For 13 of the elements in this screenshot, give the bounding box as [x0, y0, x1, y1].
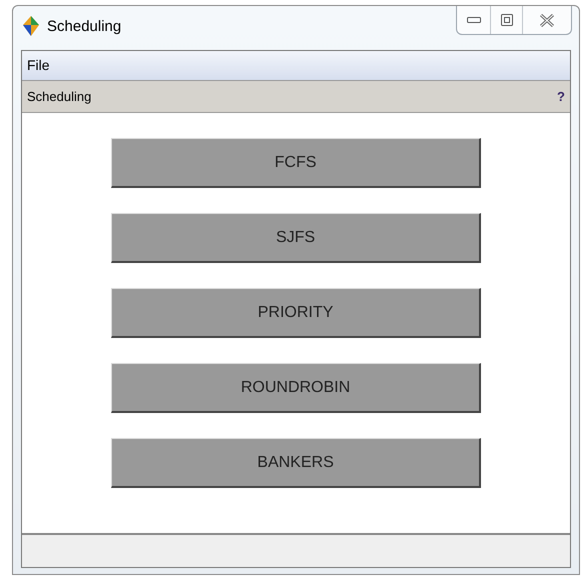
panel-title: Scheduling — [27, 88, 92, 106]
algorithm-button[interactable]: PRIORITY — [111, 288, 481, 338]
minimize-icon — [466, 17, 480, 23]
help-button[interactable]: ? — [557, 86, 565, 106]
app-icon — [23, 16, 39, 36]
maximize-icon — [500, 14, 512, 26]
close-icon — [540, 14, 554, 26]
menu-item[interactable]: File — [22, 51, 55, 80]
window-title: Scheduling — [47, 17, 122, 37]
algorithm-button[interactable]: FCFS — [111, 138, 481, 188]
algorithm-button[interactable]: BANKERS — [111, 438, 481, 488]
algorithm-button[interactable]: ROUNDROBIN — [111, 363, 481, 413]
algorithm-button[interactable]: SJFS — [111, 213, 481, 263]
